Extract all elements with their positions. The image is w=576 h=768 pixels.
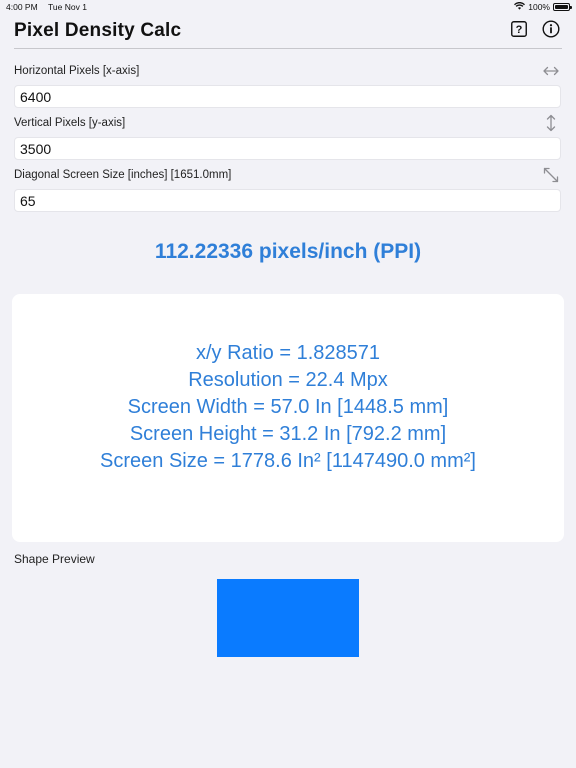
shape-preview <box>217 579 359 657</box>
info-circle-icon <box>542 20 560 38</box>
info-button[interactable] <box>542 20 560 38</box>
question-mark-square-icon: ? <box>511 21 527 37</box>
header-divider <box>14 48 562 49</box>
screen-width-result: Screen Width = 57.0 In [1448.5 mm] <box>127 396 449 418</box>
vertical-arrows-icon <box>546 114 556 132</box>
status-right: 100% <box>514 1 572 12</box>
horizontal-pixels-input[interactable] <box>14 85 561 108</box>
horizontal-pixels-label: Horizontal Pixels [x-axis] <box>14 65 140 77</box>
nav-icons: ? <box>510 20 560 38</box>
help-button[interactable]: ? <box>510 20 528 38</box>
svg-text:?: ? <box>516 24 523 36</box>
resolution-result: Resolution = 22.4 Mpx <box>188 369 388 391</box>
battery-icon <box>553 3 572 11</box>
status-bar: 4:00 PM Tue Nov 1 100% <box>0 0 576 14</box>
vertical-pixels-label: Vertical Pixels [y-axis] <box>14 117 126 129</box>
diagonal-size-input[interactable] <box>14 189 561 212</box>
status-left: 4:00 PM Tue Nov 1 <box>6 2 87 12</box>
results-lines: x/y Ratio = 1.828571 Resolution = 22.4 M… <box>12 340 564 475</box>
app-title: Pixel Density Calc <box>14 20 182 41</box>
diagonal-size-label: Diagonal Screen Size [inches] [1651.0mm] <box>14 169 232 181</box>
screen-size-result: Screen Size = 1778.6 In² [1147490.0 mm²] <box>100 450 476 472</box>
screen-height-result: Screen Height = 31.2 In [792.2 mm] <box>129 423 447 445</box>
ppi-result: 112.22336 pixels/inch (PPI) <box>154 240 422 263</box>
vertical-pixels-input[interactable] <box>14 137 561 160</box>
shape-preview-label: Shape Preview <box>14 552 95 566</box>
results-card: x/y Ratio = 1.828571 Resolution = 22.4 M… <box>12 294 564 542</box>
battery-fill <box>555 5 568 9</box>
wifi-icon <box>514 1 526 12</box>
battery-percent: 100% <box>528 2 550 12</box>
ratio-result: x/y Ratio = 1.828571 <box>195 342 380 364</box>
status-date: Tue Nov 1 <box>48 2 87 12</box>
nav-bar: Pixel Density Calc ? <box>0 14 576 50</box>
diagonal-arrows-icon <box>543 167 559 183</box>
status-time: 4:00 PM <box>6 2 38 12</box>
horizontal-arrows-icon <box>543 66 559 76</box>
